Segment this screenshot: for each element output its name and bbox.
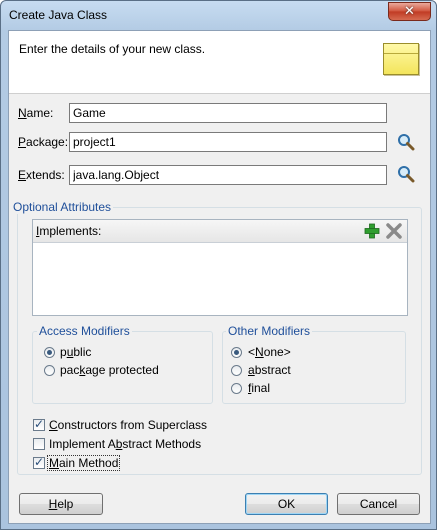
dialog-window: Create Java Class ✕ Enter the details of…	[0, 0, 437, 530]
package-label: Package:	[18, 135, 69, 149]
package-search-icon[interactable]	[397, 133, 415, 151]
window-title: Create Java Class	[9, 8, 108, 22]
implements-header: Implements:	[33, 220, 407, 243]
radio-none[interactable]	[231, 347, 242, 358]
radio-public-label[interactable]: public	[60, 345, 91, 359]
radio-abstract-label[interactable]: abstract	[248, 363, 291, 377]
close-icon: ✕	[404, 3, 415, 18]
other-modifiers-title: Other Modifiers	[226, 324, 313, 338]
radio-final[interactable]	[231, 383, 242, 394]
checkbox-implement-abstract-label[interactable]: Implement Abstract Methods	[49, 437, 201, 451]
implements-list[interactable]: Implements:	[32, 219, 408, 316]
extends-label: Extends:	[18, 168, 65, 182]
radio-final-label[interactable]: final	[248, 381, 270, 395]
cancel-button[interactable]: Cancel	[337, 493, 420, 515]
checkbox-implement-abstract[interactable]	[33, 438, 45, 450]
java-class-icon	[383, 43, 419, 75]
access-modifiers-title: Access Modifiers	[37, 324, 132, 338]
package-input[interactable]	[69, 132, 387, 152]
checkbox-main-method-label[interactable]: Main Method	[46, 455, 121, 471]
optional-attributes-title: Optional Attributes	[11, 200, 114, 214]
close-button[interactable]: ✕	[388, 2, 431, 21]
checkbox-constructors-label[interactable]: Constructors from Superclass	[49, 418, 207, 432]
ok-button[interactable]: OK	[245, 493, 328, 515]
radio-public[interactable]	[44, 347, 55, 358]
implements-label: Implements:	[36, 224, 102, 238]
radio-package-protected-label[interactable]: package protected	[60, 363, 159, 377]
radio-package-protected[interactable]	[44, 365, 55, 376]
extends-search-icon[interactable]	[397, 165, 415, 183]
checkbox-constructors[interactable]	[33, 417, 45, 431]
dialog-body: Enter the details of your new class. Nam…	[8, 30, 431, 524]
radio-abstract[interactable]	[231, 365, 242, 376]
name-label: Name:	[18, 106, 54, 120]
header-text: Enter the details of your new class.	[19, 42, 206, 56]
checkbox-main-method[interactable]	[33, 455, 45, 469]
help-button[interactable]: Help	[19, 493, 103, 515]
radio-none-label[interactable]: <None>	[248, 345, 291, 359]
title-bar[interactable]: Create Java Class ✕	[1, 1, 436, 29]
extends-input[interactable]	[69, 165, 387, 185]
header-panel: Enter the details of your new class.	[9, 31, 430, 94]
name-input[interactable]	[69, 103, 387, 123]
remove-icon[interactable]	[386, 223, 402, 239]
add-icon[interactable]	[364, 223, 380, 239]
